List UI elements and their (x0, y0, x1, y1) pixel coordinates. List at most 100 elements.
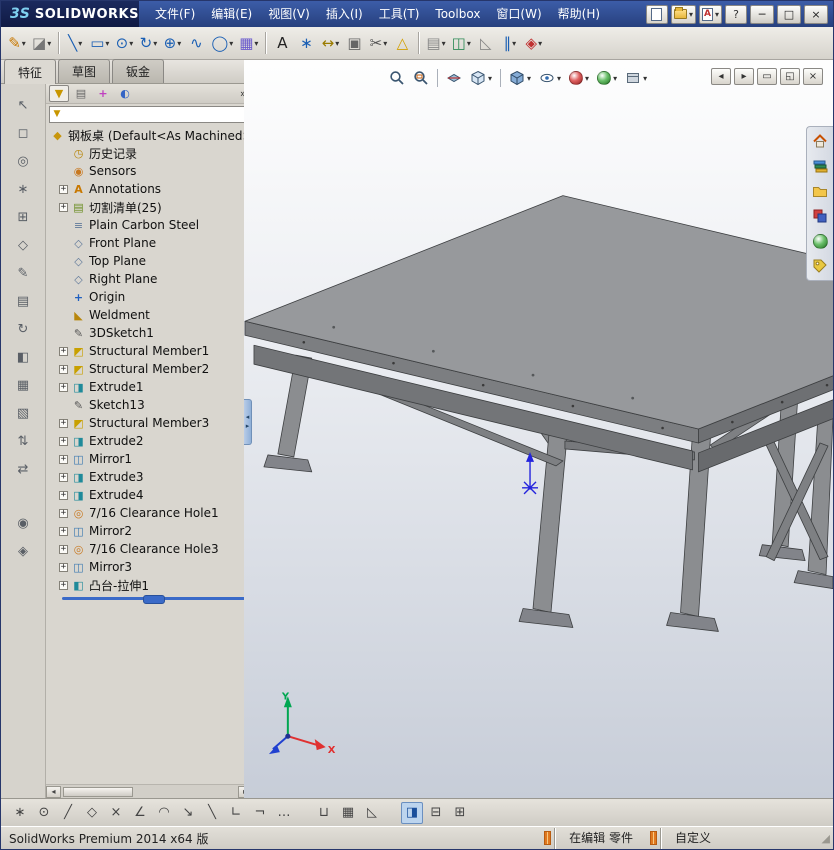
sketch-relations-button[interactable]: △ (390, 30, 414, 56)
apply-scene-button[interactable]: ▾ (594, 67, 620, 89)
tree-item-origin[interactable]: + Origin (46, 288, 253, 306)
displaymanager-tab-button[interactable]: ◐ (115, 85, 135, 102)
zoom-fit-button[interactable] (386, 67, 408, 89)
smart-dimension-button[interactable]: ↔ ▾ (318, 30, 342, 56)
doc-close-button[interactable]: × (803, 68, 823, 85)
minimize-button[interactable]: ─ (750, 4, 774, 24)
menu-file[interactable]: 文件(F) (147, 1, 203, 27)
tab-sketch[interactable]: 草图 (58, 59, 111, 83)
left-tool-button[interactable]: ◧ (10, 346, 36, 368)
tab-features[interactable]: 特征 (4, 59, 57, 84)
line-button[interactable]: ╲ ▾ (63, 30, 87, 56)
hide-show-items-button[interactable]: ▾ (536, 67, 564, 89)
bottom-tool-button[interactable]: × (105, 802, 127, 824)
left-tool-button[interactable]: ∗ (10, 178, 36, 200)
pattern-button[interactable]: ▦ ▾ (236, 30, 261, 56)
left-tool-button[interactable]: ✎ (10, 262, 36, 284)
scroll-left-button[interactable]: ◂ (46, 785, 61, 798)
panel-splitter-handle[interactable]: ◂ ▸ (244, 399, 252, 445)
view-orientation-button[interactable]: ▾ (467, 67, 495, 89)
tree-item-extrude4[interactable]: + ◨ Extrude4 (46, 486, 253, 504)
linear-pattern-button[interactable]: ▤ ▾ (423, 30, 448, 56)
bottom-tool-button[interactable]: ◠ (153, 802, 175, 824)
tree-item-extrude3[interactable]: + ◨ Extrude3 (46, 468, 253, 486)
left-tool-button[interactable]: ⇅ (10, 430, 36, 452)
task-file-explorer-button[interactable] (809, 180, 831, 202)
expand-icon[interactable]: + (59, 526, 68, 536)
bottom-tool-button[interactable]: ▦ (337, 802, 359, 824)
eraser-button[interactable]: ◪ ▾ (29, 30, 54, 56)
task-design-library-button[interactable] (809, 155, 831, 177)
tree-item-mirror1[interactable]: + ◫ Mirror1 (46, 450, 253, 468)
tree-item-root[interactable]: ◆ 钢板桌 (Default<As Machined> (46, 126, 252, 144)
task-appearances-button[interactable] (809, 230, 831, 252)
tree-item-boss-extrude1[interactable]: + ◧ 凸台-拉伸1 (46, 576, 253, 594)
bottom-tool-button[interactable]: ⊟ (425, 802, 447, 824)
help-button[interactable]: ? (725, 4, 747, 24)
tree-item-extrude2[interactable]: + ◨ Extrude2 (46, 432, 253, 450)
ellipse-button[interactable]: ◯ ▾ (208, 30, 236, 56)
bottom-tool-button[interactable]: ╱ (57, 802, 79, 824)
left-tool-button[interactable]: ◈ (10, 540, 36, 562)
bottom-tool-button[interactable]: ∗ (9, 802, 31, 824)
expand-icon[interactable]: + (59, 490, 68, 500)
doc-restore-button[interactable]: ◱ (780, 68, 800, 85)
resize-grip-icon[interactable]: ◢ (815, 832, 833, 845)
tree-item-structural-member3[interactable]: + ◩ Structural Member3 (46, 414, 253, 432)
tree-item-front-plane[interactable]: ◇ Front Plane (46, 234, 253, 252)
propertymanager-tab-button[interactable]: ▤ (71, 85, 91, 102)
configurationmanager-tab-button[interactable]: + (93, 85, 113, 102)
left-tool-button[interactable]: ↖ (10, 94, 36, 116)
left-tool-button[interactable]: ▧ (10, 402, 36, 424)
tree-item-sensors[interactable]: ◉ Sensors (46, 162, 253, 180)
left-tool-button[interactable]: ⇄ (10, 458, 36, 480)
dock-left-button[interactable]: ◂ (711, 68, 731, 85)
circle-button[interactable]: ⊕ ▾ (160, 30, 184, 56)
bottom-tool-button[interactable]: ◇ (81, 802, 103, 824)
bottom-tool-button[interactable]: ╲ (201, 802, 223, 824)
menu-toolbox[interactable]: Toolbox (427, 1, 488, 27)
menu-view[interactable]: 视图(V) (260, 1, 318, 27)
tree-item-extrude1[interactable]: + ◨ Extrude1 (46, 378, 253, 396)
expand-icon[interactable]: + (59, 472, 68, 482)
new-document-button[interactable] (645, 4, 668, 24)
bottom-tool-button[interactable]: ↘ (177, 802, 199, 824)
trim-entities-button[interactable]: ✂ ▾ (366, 30, 390, 56)
left-tool-button[interactable]: ◻ (10, 122, 36, 144)
left-tool-button[interactable]: ▦ (10, 374, 36, 396)
left-tool-button[interactable]: ▤ (10, 290, 36, 312)
tree-item-mirror3[interactable]: + ◫ Mirror3 (46, 558, 253, 576)
text-button[interactable]: A (270, 30, 294, 56)
tree-item-clearance-hole1[interactable]: + ◎ 7/16 Clearance Hole1 (46, 504, 253, 522)
expand-icon[interactable]: + (59, 436, 68, 446)
left-tool-button[interactable]: ◉ (10, 512, 36, 534)
menu-window[interactable]: 窗口(W) (488, 1, 549, 27)
zoom-area-button[interactable] (410, 67, 432, 89)
left-tool-button[interactable]: ⊞ (10, 206, 36, 228)
expand-icon[interactable]: + (59, 184, 68, 194)
mirror-entities-button[interactable]: ◫ ▾ (449, 30, 474, 56)
tree-item-cut-list[interactable]: + ▤ 切割清单(25) (46, 198, 253, 216)
expand-icon[interactable]: + (59, 562, 68, 572)
rectangle-button[interactable]: ▭ ▾ (87, 30, 112, 56)
open-document-button[interactable]: ▾ (670, 4, 696, 24)
bottom-tool-button[interactable]: … (273, 802, 295, 824)
expand-icon[interactable]: + (59, 346, 68, 356)
statusbar-grip[interactable] (649, 831, 657, 845)
convert-entities-button[interactable]: ▣ (342, 30, 366, 56)
expand-icon[interactable]: + (59, 544, 68, 554)
expand-icon[interactable]: + (59, 454, 68, 464)
close-button[interactable]: × (804, 4, 828, 24)
dock-right-button[interactable]: ▸ (734, 68, 754, 85)
tree-item-weldment[interactable]: ◣ Weldment (46, 306, 253, 324)
tree-item-clearance-hole3[interactable]: + ◎ 7/16 Clearance Hole3 (46, 540, 253, 558)
point-button[interactable]: ∗ (294, 30, 318, 56)
tree-item-material[interactable]: ≡ Plain Carbon Steel (46, 216, 253, 234)
sketch-button[interactable]: ✎ ▾ (5, 30, 29, 56)
section-view-button[interactable] (443, 67, 465, 89)
featuremanager-tab-button[interactable]: ▼ (49, 85, 69, 102)
doc-minimize-button[interactable]: ▭ (757, 68, 777, 85)
tree-item-annotations[interactable]: + A Annotations (46, 180, 253, 198)
maximize-button[interactable]: □ (777, 4, 801, 24)
left-tool-button[interactable]: ↻ (10, 318, 36, 340)
